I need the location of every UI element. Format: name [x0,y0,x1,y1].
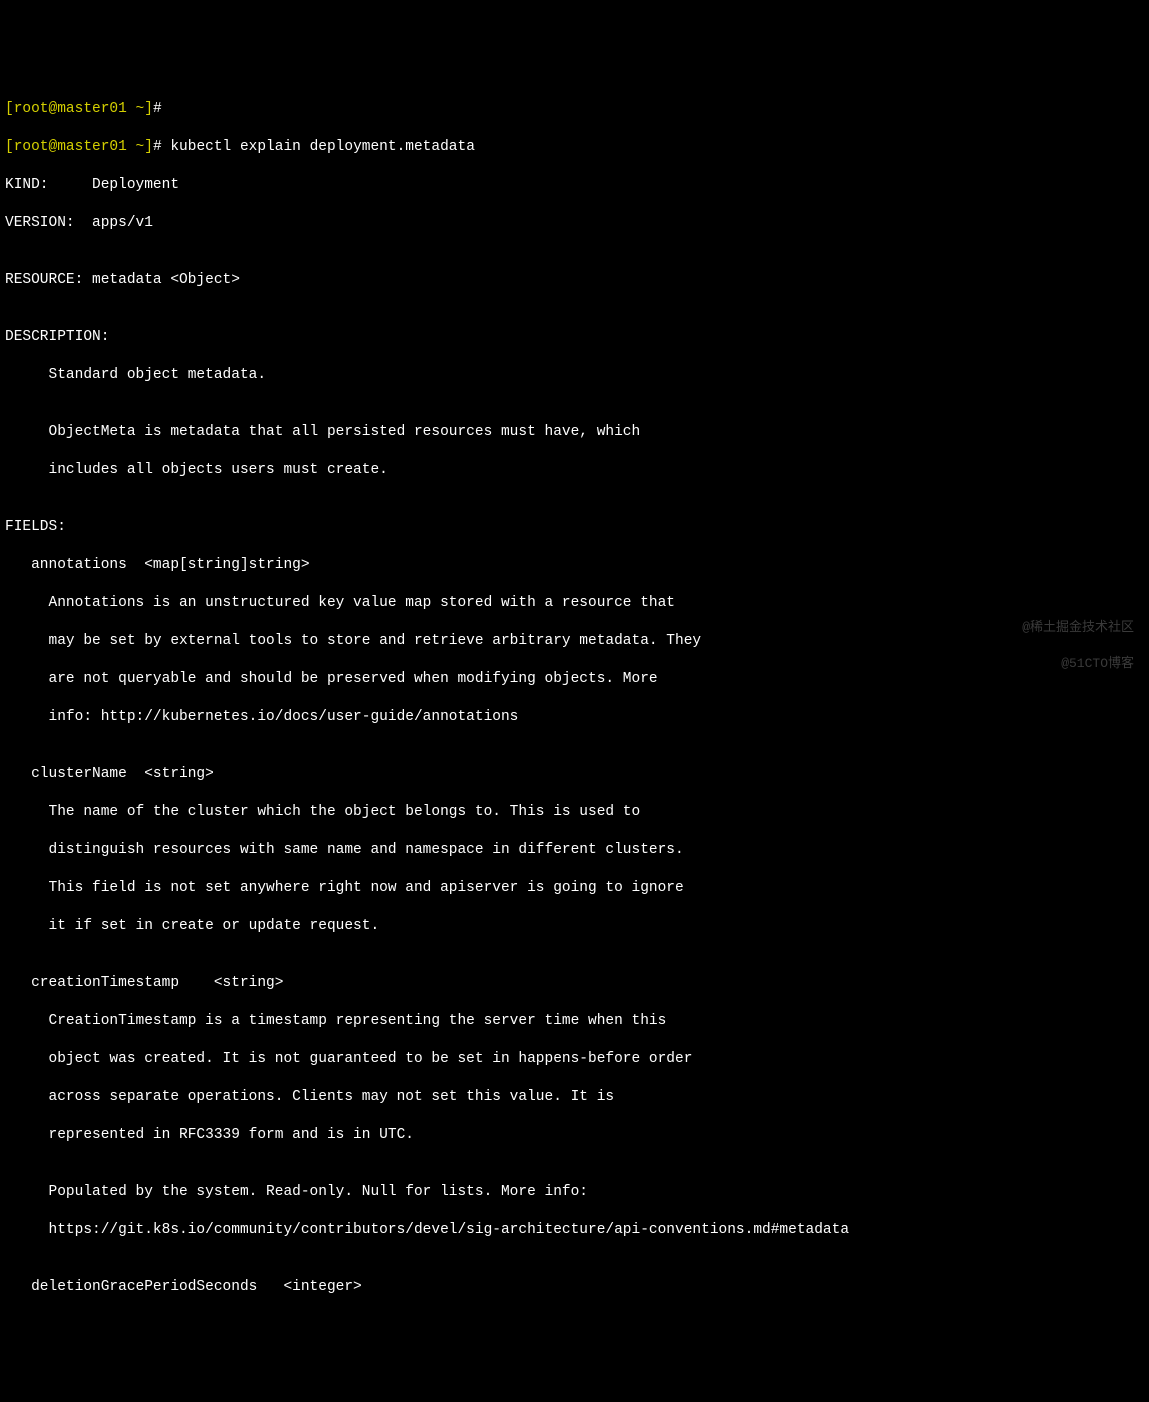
field-description: info: http://kubernetes.io/docs/user-gui… [5,708,1144,727]
description-text: ObjectMeta is metadata that all persiste… [5,423,1144,442]
command-text: kubectl explain deployment.metadata [162,139,475,155]
field-description: distinguish resources with same name and… [5,841,1144,860]
fields-header: FIELDS: [5,518,1144,537]
field-description: The name of the cluster which the object… [5,803,1144,822]
field-description: https://git.k8s.io/community/contributor… [5,1221,1144,1240]
prompt-hash: # [153,101,162,117]
field-description: across separate operations. Clients may … [5,1088,1144,1107]
field-annotations: annotations <map[string]string> [5,556,1144,575]
output-resource: RESOURCE: metadata <Object> [5,271,1144,290]
field-creationtimestamp: creationTimestamp <string> [5,974,1144,993]
watermark-line: @稀土掘金技术社区 [1022,619,1134,637]
field-deletiongraceperiodseconds: deletionGracePeriodSeconds <integer> [5,1278,1144,1297]
field-description: represented in RFC3339 form and is in UT… [5,1126,1144,1145]
field-description: Annotations is an unstructured key value… [5,594,1144,613]
output-kind: KIND: Deployment [5,176,1144,195]
watermark-line: @51CTO博客 [1022,655,1134,673]
prompt-hash: # [153,139,162,155]
prompt-line-2: [root@master01 ~]# kubectl explain deplo… [5,138,1144,157]
prompt-user-host: [root@master01 ~] [5,139,153,155]
field-description: it if set in create or update request. [5,917,1144,936]
terminal-output[interactable]: [root@master01 ~]# [root@master01 ~]# ku… [5,81,1144,1316]
field-description: are not queryable and should be preserve… [5,670,1144,689]
field-description: CreationTimestamp is a timestamp represe… [5,1012,1144,1031]
field-description: may be set by external tools to store an… [5,632,1144,651]
field-description: Populated by the system. Read-only. Null… [5,1183,1144,1202]
watermark: @稀土掘金技术社区 @51CTO博客 [1022,601,1134,691]
field-clustername: clusterName <string> [5,765,1144,784]
prompt-user-host: [root@master01 ~] [5,101,153,117]
description-text: includes all objects users must create. [5,461,1144,480]
description-header: DESCRIPTION: [5,328,1144,347]
output-version: VERSION: apps/v1 [5,214,1144,233]
description-text: Standard object metadata. [5,366,1144,385]
field-description: This field is not set anywhere right now… [5,879,1144,898]
prompt-line-1: [root@master01 ~]# [5,100,1144,119]
field-description: object was created. It is not guaranteed… [5,1050,1144,1069]
